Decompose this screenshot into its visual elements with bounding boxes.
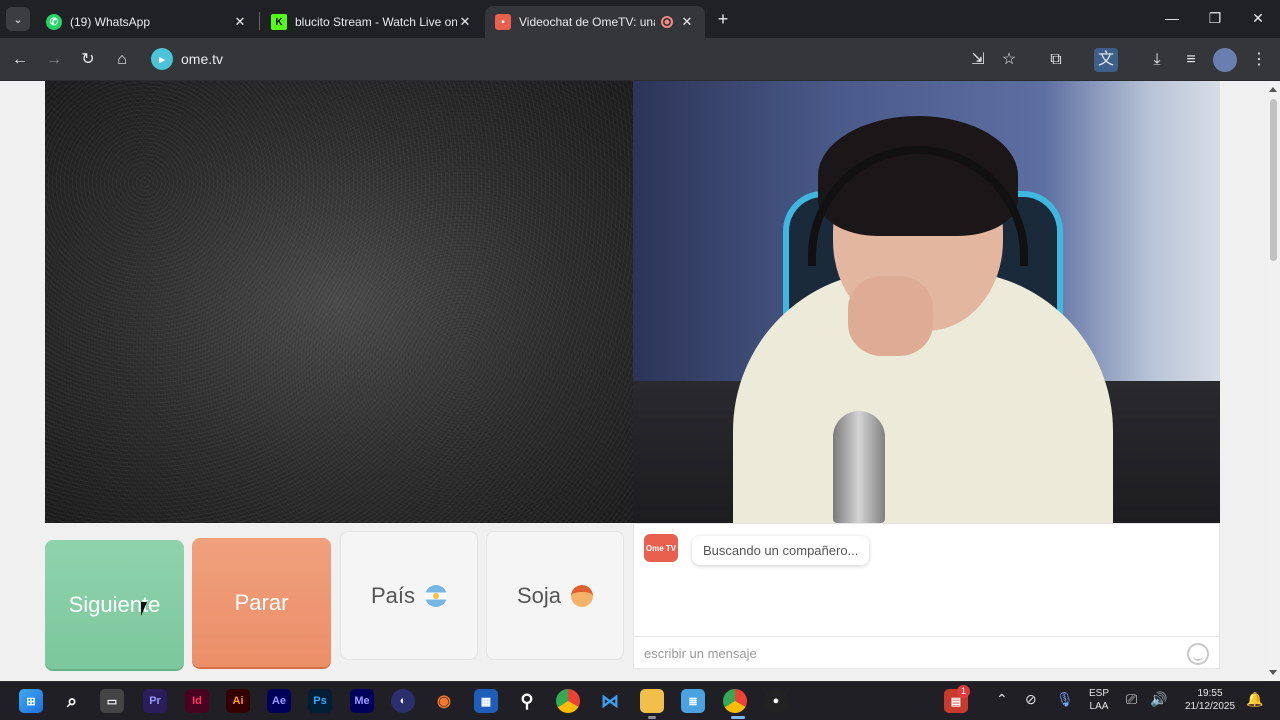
tab-strip: ⌄ ✆ (19) WhatsApp ✕ K blucito Stream - W… — [0, 0, 1280, 38]
keyboard-layout: LAA — [1089, 701, 1109, 712]
microphone-in-use-icon[interactable]: 🎙 — [1056, 691, 1074, 708]
running-indicator — [648, 716, 656, 719]
back-icon[interactable]: ← — [8, 48, 32, 72]
next-button[interactable]: Siguiente — [45, 540, 184, 669]
tab-kick-stream[interactable]: K blucito Stream - Watch Live on ✕ — [261, 6, 483, 38]
chat-input-row — [634, 636, 1219, 668]
obs-icon[interactable]: ● — [764, 689, 788, 713]
country-filter-button[interactable]: País — [340, 531, 478, 660]
tab-search-button[interactable]: ⌄ — [6, 7, 30, 31]
tab-title: Videochat de OmeTV: una a — [519, 15, 655, 29]
indesign-icon[interactable]: Id — [185, 689, 209, 713]
premiere-pro-icon[interactable]: Pr — [143, 689, 167, 713]
ometv-logo: Ome TV — [644, 534, 678, 562]
new-tab-button[interactable]: + — [713, 9, 733, 29]
clock[interactable]: 19:55 21/12/2025 — [1178, 687, 1242, 713]
download-icon[interactable]: ⤓ — [1145, 48, 1169, 72]
profile-avatar[interactable] — [1213, 48, 1237, 72]
person-hand — [848, 276, 933, 356]
search-app-icon[interactable]: ⚲ — [515, 689, 539, 713]
tab-whatsapp[interactable]: ✆ (19) WhatsApp ✕ — [36, 6, 258, 38]
recording-icon — [661, 16, 673, 28]
boy-face-icon — [571, 584, 594, 607]
vscode-icon[interactable]: ⋈ — [598, 689, 622, 713]
tab-close-icon[interactable]: ✕ — [679, 14, 695, 30]
microsoft-store-icon[interactable]: ▦ — [474, 689, 498, 713]
display-icon[interactable]: ⎚ — [1126, 691, 1137, 708]
no-network-icon[interactable]: ⊘ — [1025, 691, 1037, 708]
media-encoder-icon[interactable]: Me — [350, 689, 374, 713]
media-control-icon[interactable]: ≡ — [1179, 48, 1203, 72]
argentina-flag-icon — [425, 584, 448, 607]
tab-separator — [259, 12, 260, 30]
scroll-thumb[interactable] — [1270, 99, 1277, 261]
stop-button[interactable]: Parar — [192, 538, 331, 667]
country-label: País — [370, 582, 416, 608]
scroll-down-arrow-icon[interactable] — [1269, 670, 1277, 675]
language-indicator[interactable]: ESP LAA — [1087, 687, 1111, 713]
restore-icon[interactable]: ❐ — [1203, 8, 1227, 28]
browser-toolbar: ← → ↻ ⌂ ▸ ome.tv ⇲ ☆ ⧉ 文 ⤓ ≡ ⋮ — [0, 38, 1280, 81]
stop-button-label: Parar — [234, 589, 289, 615]
date-text: 21/12/2025 — [1184, 701, 1236, 712]
reload-icon[interactable]: ↻ — [76, 48, 100, 72]
language-code: ESP — [1088, 688, 1109, 699]
address-bar[interactable]: ▸ ome.tv — [146, 43, 954, 75]
self-video — [633, 81, 1220, 523]
chat-status-message: Buscando un compañero... — [692, 536, 870, 565]
site-info-icon[interactable]: ▸ — [151, 48, 173, 70]
minimize-icon[interactable]: — — [1160, 8, 1184, 28]
chat-panel: Ome TV Buscando un compañero... — [633, 523, 1220, 669]
install-app-icon[interactable]: ⇲ — [966, 48, 990, 72]
blender-icon[interactable]: ◉ — [432, 689, 456, 713]
home-icon[interactable]: ⌂ — [110, 48, 134, 72]
ometv-tab-icon: ▪ — [495, 14, 511, 30]
mouse-cursor-icon — [141, 602, 147, 616]
tab-title: blucito Stream - Watch Live on — [295, 15, 457, 29]
microphone — [833, 411, 885, 523]
ometv-page: Siguiente Parar País Soja Ome TV Buscand… — [0, 81, 1266, 681]
search-icon[interactable]: ⌕ — [60, 689, 84, 713]
volume-icon[interactable]: 🔊 — [1150, 691, 1167, 708]
forward-icon[interactable]: → — [42, 48, 66, 72]
tab-close-icon[interactable]: ✕ — [457, 14, 473, 30]
cinema4d-icon[interactable]: ◐ — [391, 689, 415, 713]
chrome-profile-icon[interactable] — [723, 689, 747, 713]
bookmark-star-icon[interactable]: ☆ — [997, 48, 1021, 72]
after-effects-icon[interactable]: Ae — [267, 689, 291, 713]
video-static-noise — [45, 81, 633, 523]
tab-close-icon[interactable]: ✕ — [232, 14, 248, 30]
notifications-bell-icon[interactable]: 🔔 — [1246, 691, 1263, 708]
time-text: 19:55 — [1197, 688, 1223, 699]
kick-icon: K — [271, 14, 287, 30]
chat-message-input[interactable] — [644, 643, 1174, 663]
emoji-smile-icon[interactable] — [1187, 643, 1209, 665]
page-scrollbar[interactable] — [1266, 81, 1280, 681]
gender-label: Soja — [516, 582, 562, 608]
whatsapp-icon: ✆ — [46, 14, 62, 30]
chrome-icon[interactable] — [556, 689, 580, 713]
tab-title: (19) WhatsApp — [70, 15, 151, 29]
notification-badge: 1 — [957, 685, 970, 698]
windows-taskbar: ⊞ ⌕ ▭ Pr Id Ai Ae Ps Me ◐ ◉ ▦ ⚲ ⋈ ≣ ● ▤ … — [0, 681, 1280, 720]
tab-ometv[interactable]: ▪ Videochat de OmeTV: una a ✕ — [485, 6, 705, 38]
translate-icon[interactable]: 文 — [1094, 48, 1118, 72]
scroll-up-arrow-icon[interactable] — [1269, 87, 1277, 92]
url-text: ome.tv — [181, 51, 224, 67]
notepad-icon[interactable]: ≣ — [681, 689, 705, 713]
menu-icon[interactable]: ⋮ — [1247, 48, 1271, 72]
show-hidden-icons-icon[interactable]: ⌃ — [996, 691, 1008, 708]
task-view-icon[interactable]: ▭ — [100, 689, 124, 713]
file-explorer-icon[interactable] — [640, 689, 664, 713]
extensions-icon[interactable]: ⧉ — [1044, 48, 1068, 72]
gender-filter-button[interactable]: Soja — [486, 531, 624, 660]
illustrator-icon[interactable]: Ai — [226, 689, 250, 713]
partner-video — [45, 81, 633, 523]
photoshop-icon[interactable]: Ps — [308, 689, 332, 713]
windows-start-icon[interactable]: ⊞ — [19, 689, 43, 713]
active-indicator — [731, 716, 745, 719]
close-window-icon[interactable]: ✕ — [1246, 8, 1270, 28]
